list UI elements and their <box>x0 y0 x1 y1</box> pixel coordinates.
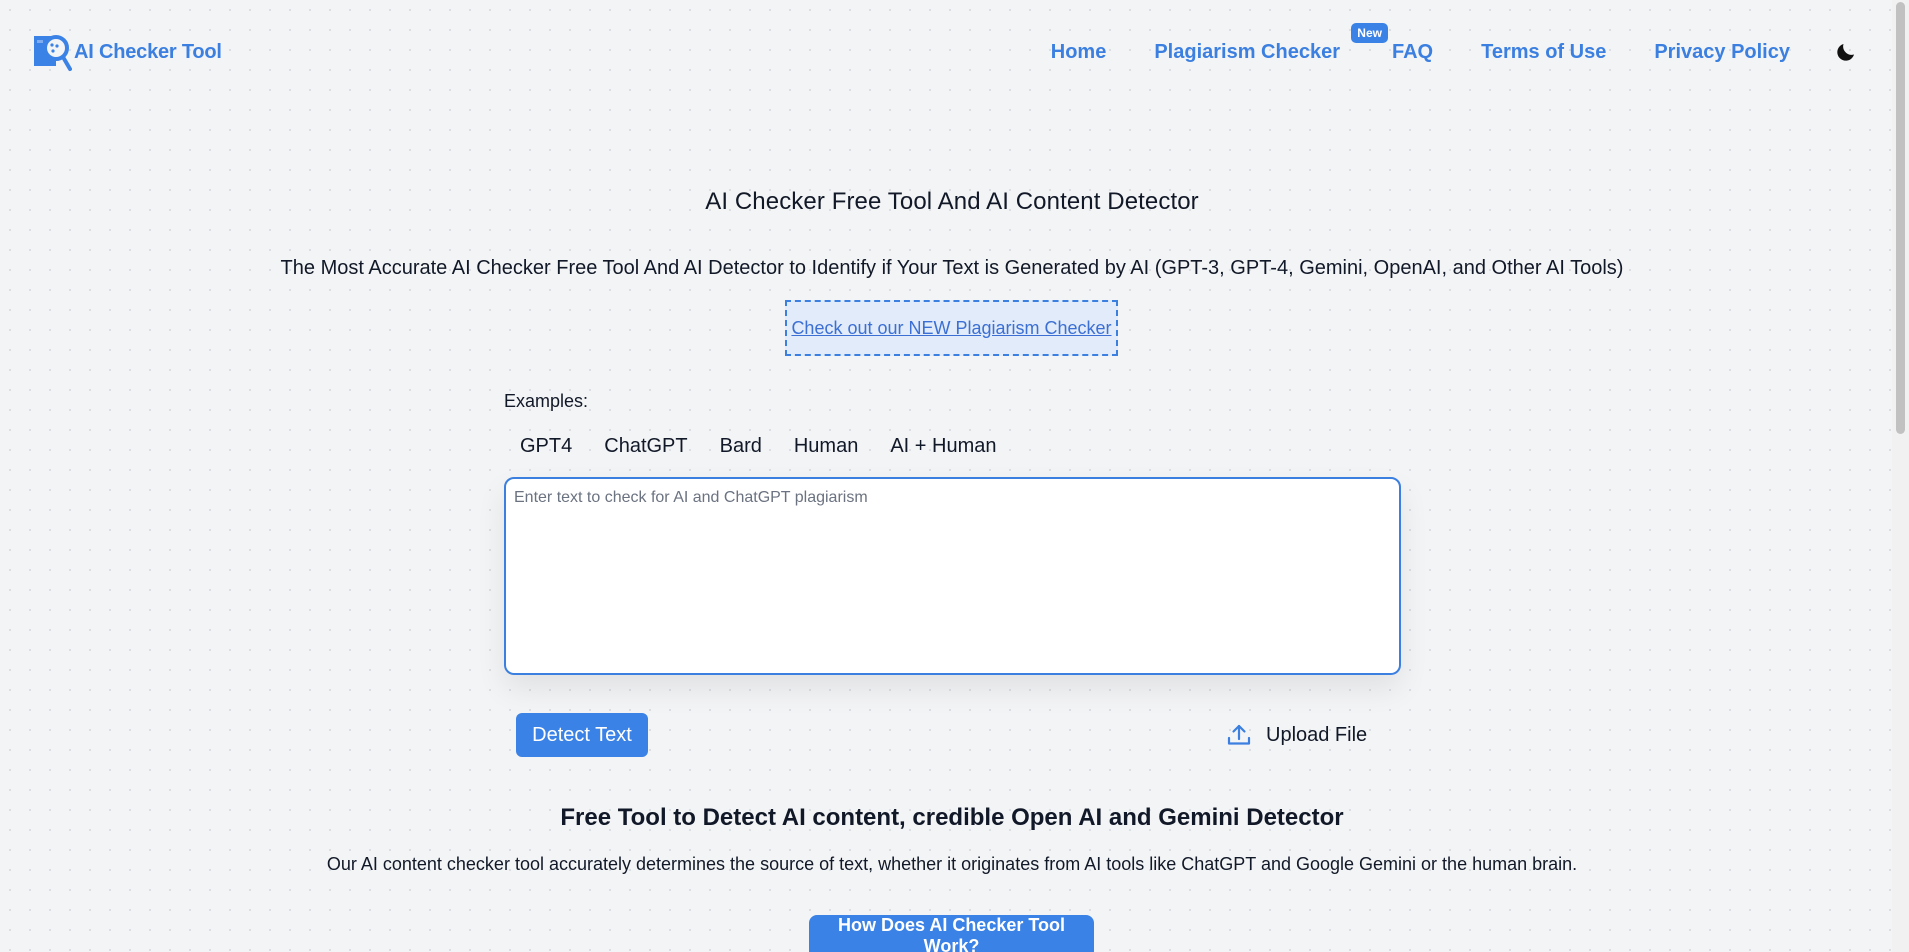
moon-icon <box>1837 44 1854 61</box>
upload-file-button[interactable]: Upload File <box>1226 717 1367 753</box>
upload-file-label: Upload File <box>1266 723 1368 746</box>
page-scrollbar[interactable] <box>1892 0 1909 952</box>
info-section-text: Our AI content checker tool accurately d… <box>326 854 1578 874</box>
text-input[interactable] <box>504 477 1401 675</box>
plagiarism-promo-link[interactable]: Check out our NEW Plagiarism Checker <box>791 318 1111 339</box>
nav-home[interactable]: Home <box>1051 41 1107 64</box>
info-section-title: Free Tool to Detect AI content, credible… <box>560 804 1344 831</box>
examples-label: Examples: <box>504 391 589 411</box>
new-badge: New <box>1351 22 1388 43</box>
theme-toggle-button[interactable] <box>1832 38 1860 66</box>
nav-privacy[interactable]: Privacy Policy <box>1654 41 1790 64</box>
page-title: AI Checker Free Tool And AI Content Dete… <box>705 188 1199 215</box>
example-human[interactable]: Human <box>778 433 874 460</box>
nav-terms[interactable]: Terms of Use <box>1481 41 1606 64</box>
nav-plagiarism-label: Plagiarism Checker <box>1154 40 1340 63</box>
example-gpt4[interactable]: GPT4 <box>504 433 588 460</box>
nav-faq[interactable]: FAQ <box>1392 41 1433 64</box>
how-it-works-button[interactable]: How Does AI Checker Tool Work? <box>809 915 1094 952</box>
example-ai-human[interactable]: AI + Human <box>874 433 1012 460</box>
main-nav: Home Plagiarism Checker New FAQ Terms of… <box>1051 22 1860 66</box>
ai-magnifier-logo-icon <box>34 35 72 71</box>
plagiarism-promo-box: Check out our NEW Plagiarism Checker <box>785 300 1118 356</box>
examples-list: GPT4 ChatGPT Bard Human AI + Human <box>504 433 1013 460</box>
page-subtitle: The Most Accurate AI Checker Free Tool A… <box>280 257 1624 279</box>
detect-text-button[interactable]: Detect Text <box>516 713 648 757</box>
example-chatgpt[interactable]: ChatGPT <box>588 433 703 460</box>
upload-icon <box>1227 724 1251 745</box>
nav-plagiarism-checker[interactable]: Plagiarism Checker New <box>1154 22 1388 64</box>
brand-home-link[interactable]: AI Checker Tool <box>32 32 222 72</box>
site-header: AI Checker Tool Home Plagiarism Checker … <box>0 0 1892 104</box>
brand-name: AI Checker Tool <box>74 40 222 63</box>
example-bard[interactable]: Bard <box>704 433 778 460</box>
scrollbar-thumb[interactable] <box>1896 2 1905 434</box>
